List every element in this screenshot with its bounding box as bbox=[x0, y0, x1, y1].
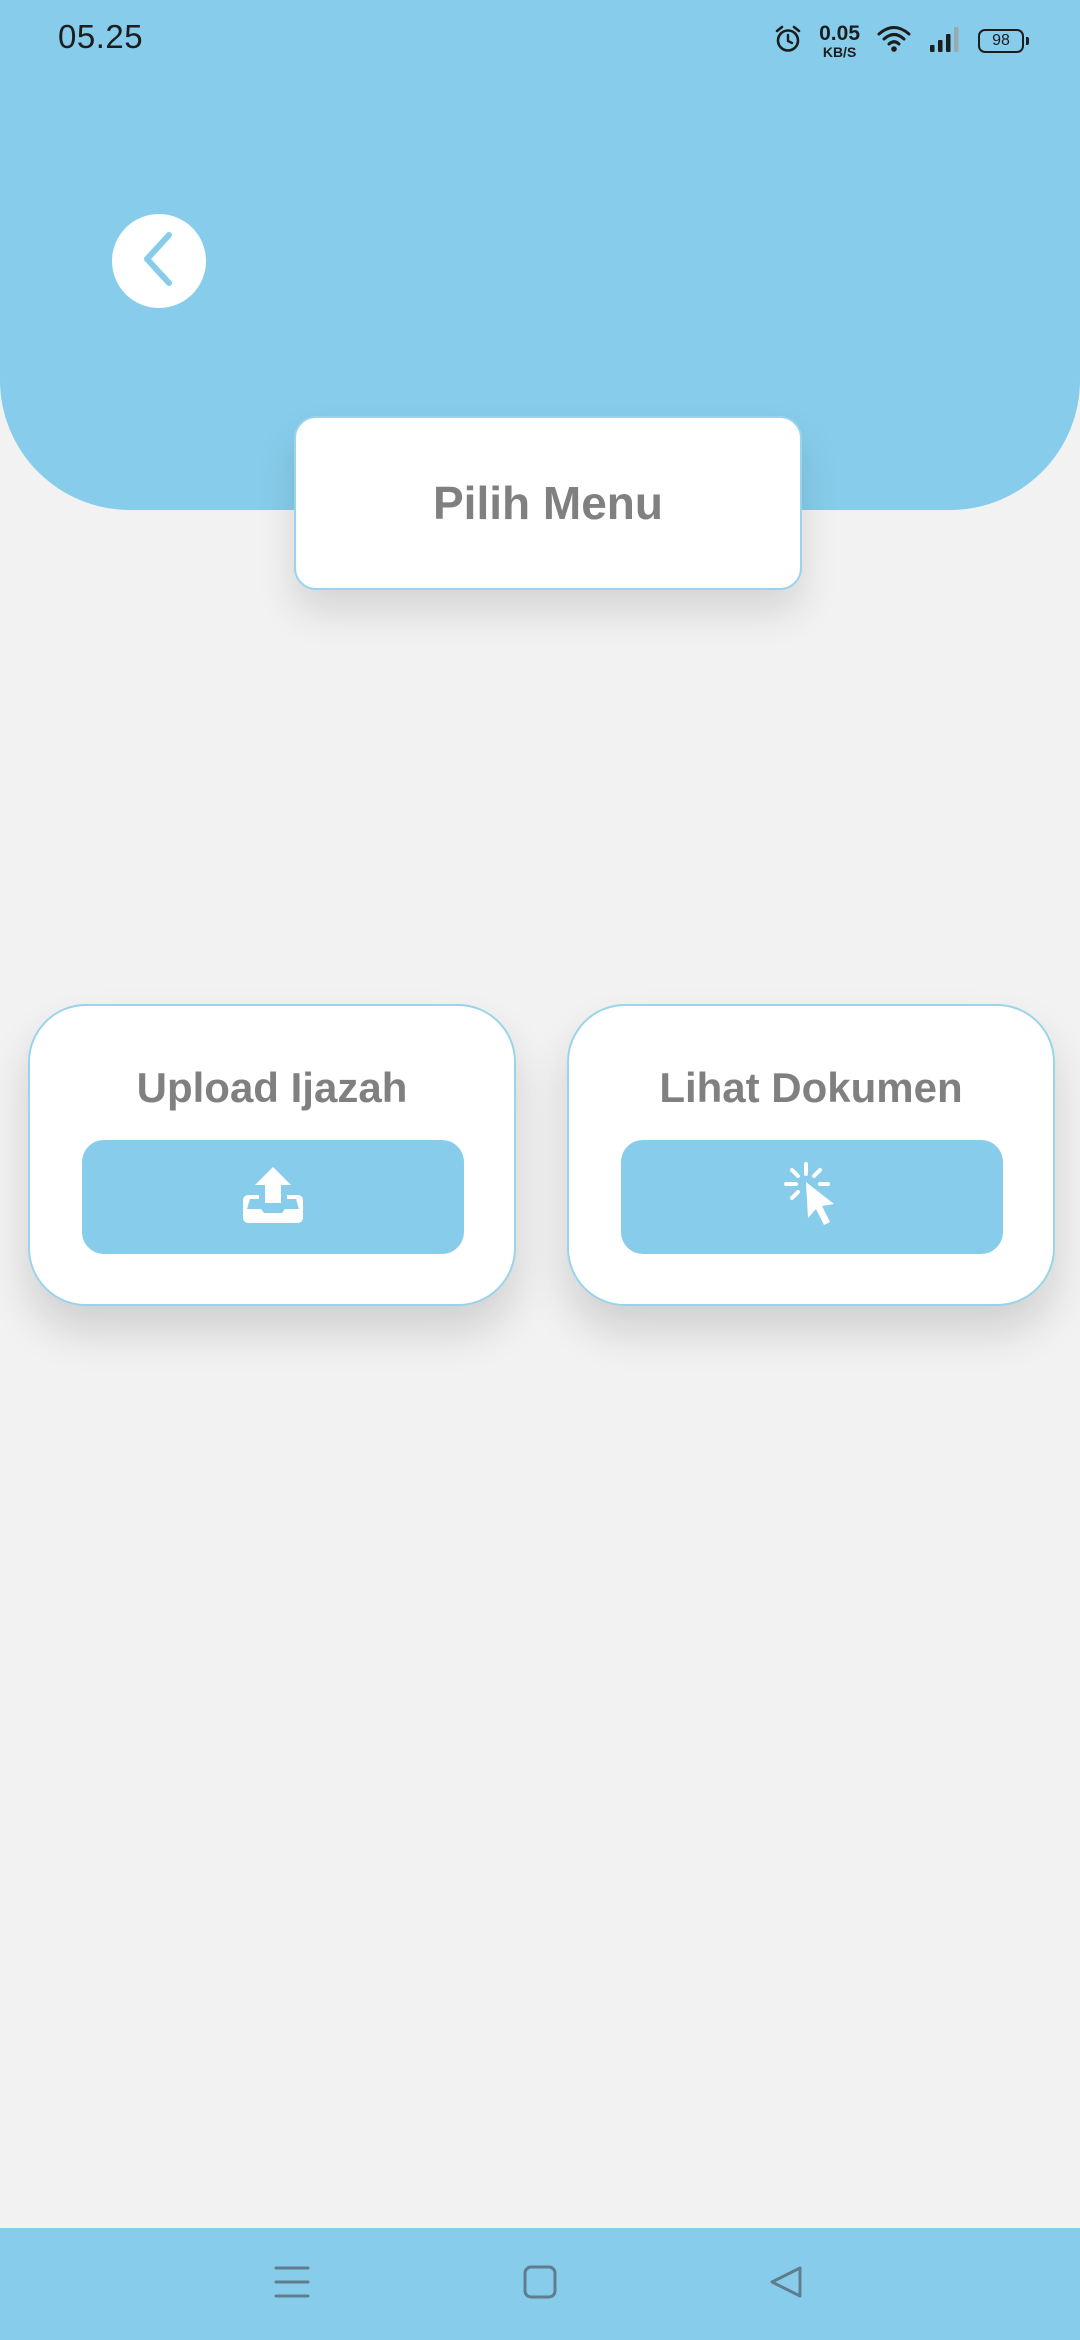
status-icons: 0.05 KB/S 98 bbox=[773, 20, 1029, 62]
alarm-icon bbox=[773, 24, 803, 59]
menu-card-label: Lihat Dokumen bbox=[659, 1064, 963, 1111]
signal-icon bbox=[928, 24, 962, 59]
home-square-icon bbox=[522, 2264, 558, 2305]
upload-tray-icon bbox=[241, 1165, 305, 1230]
status-bar: 05.25 0.05 KB/S 98 bbox=[0, 0, 1080, 80]
menu-card-upload-ijazah: Upload Ijazah bbox=[28, 1004, 516, 1306]
navigation-bar bbox=[0, 2228, 1080, 2340]
status-time: 05.25 bbox=[58, 18, 144, 55]
menu-card-label: Upload Ijazah bbox=[136, 1064, 408, 1111]
lihat-dokumen-button[interactable] bbox=[621, 1140, 1003, 1254]
network-speed: 0.05 KB/S bbox=[819, 23, 860, 59]
recent-apps-button[interactable] bbox=[260, 2252, 324, 2316]
back-button[interactable] bbox=[112, 214, 206, 308]
back-triangle-icon bbox=[768, 2264, 804, 2305]
battery-level: 98 bbox=[992, 32, 1010, 49]
page-title: Pilih Menu bbox=[433, 477, 663, 529]
page-title-card: Pilih Menu bbox=[294, 416, 802, 590]
menu-card-lihat-dokumen: Lihat Dokumen bbox=[567, 1004, 1055, 1306]
wifi-icon bbox=[876, 24, 912, 59]
cursor-click-icon bbox=[784, 1161, 840, 1233]
battery-icon: 98 bbox=[978, 29, 1029, 53]
menu-lines-icon bbox=[272, 2264, 312, 2305]
network-speed-unit: KB/S bbox=[822, 44, 857, 60]
home-button[interactable] bbox=[508, 2252, 572, 2316]
chevron-left-icon bbox=[137, 231, 181, 292]
network-speed-value: 0.05 bbox=[819, 22, 860, 45]
upload-ijazah-button[interactable] bbox=[82, 1140, 464, 1254]
system-back-button[interactable] bbox=[754, 2252, 818, 2316]
